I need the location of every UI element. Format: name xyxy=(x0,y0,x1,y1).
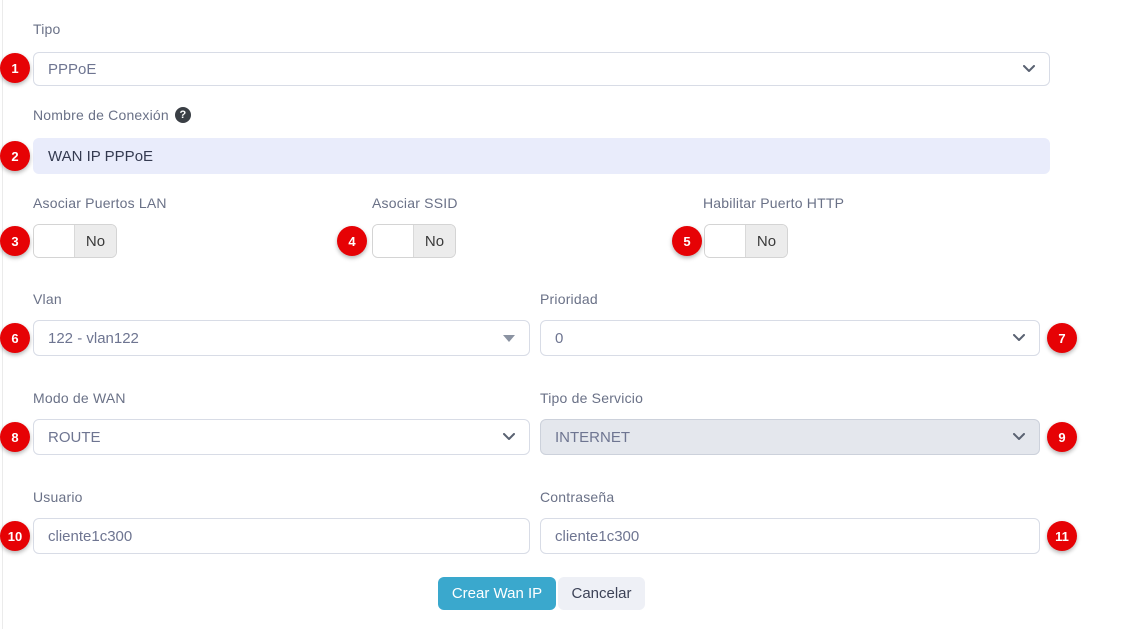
step-marker-1: 1 xyxy=(0,53,30,83)
tipo-servicio-label: Tipo de Servicio xyxy=(540,390,643,406)
toggle-knob xyxy=(705,225,746,257)
help-question-icon[interactable]: ? xyxy=(175,107,191,123)
tipo-select-value: PPPoE xyxy=(48,61,96,78)
crear-wan-ip-button[interactable]: Crear Wan IP xyxy=(438,577,556,610)
step-marker-7: 7 xyxy=(1047,323,1077,353)
cancelar-button[interactable]: Cancelar xyxy=(558,577,645,610)
asociar-puertos-lan-toggle[interactable]: No xyxy=(33,224,117,258)
step-marker-3: 3 xyxy=(0,226,30,256)
vlan-select[interactable]: 122 - vlan122 xyxy=(33,320,530,356)
chevron-down-icon xyxy=(1013,334,1025,342)
chevron-down-icon xyxy=(1023,65,1035,73)
step-marker-5: 5 xyxy=(672,226,702,256)
step-marker-2: 2 xyxy=(0,141,30,171)
tipo-label: Tipo xyxy=(33,21,61,37)
chevron-down-icon xyxy=(1013,433,1025,441)
toggle-state-label: No xyxy=(75,225,116,257)
modo-wan-label: Modo de WAN xyxy=(33,390,126,406)
nombre-conexion-input[interactable] xyxy=(33,138,1050,174)
nombre-conexion-label: Nombre de Conexión xyxy=(33,107,169,123)
toggle-knob xyxy=(34,225,75,257)
toggle-state-label: No xyxy=(746,225,787,257)
chevron-down-icon xyxy=(503,433,515,441)
habilitar-puerto-http-toggle[interactable]: No xyxy=(704,224,788,258)
triangle-down-icon xyxy=(503,335,515,342)
contrasena-input[interactable] xyxy=(540,518,1040,554)
tipo-select[interactable]: PPPoE xyxy=(33,52,1050,86)
modo-wan-select-value: ROUTE xyxy=(48,429,101,446)
asociar-ssid-toggle[interactable]: No xyxy=(372,224,456,258)
vlan-select-value: 122 - vlan122 xyxy=(48,330,139,347)
tipo-servicio-select-value: INTERNET xyxy=(555,429,630,446)
step-marker-6: 6 xyxy=(0,323,30,353)
contrasena-label: Contraseña xyxy=(540,489,614,505)
wan-creation-form: Tipo PPPoE Nombre de Conexión ? Asociar … xyxy=(0,0,1123,629)
tipo-servicio-select: INTERNET xyxy=(540,419,1040,455)
step-marker-4: 4 xyxy=(337,226,367,256)
toggle-knob xyxy=(373,225,414,257)
habilitar-puerto-http-label: Habilitar Puerto HTTP xyxy=(703,195,844,211)
vlan-label: Vlan xyxy=(33,291,62,307)
asociar-puertos-lan-label: Asociar Puertos LAN xyxy=(33,195,167,211)
modo-wan-select[interactable]: ROUTE xyxy=(33,419,530,455)
toggle-state-label: No xyxy=(414,225,455,257)
prioridad-label: Prioridad xyxy=(540,291,598,307)
step-marker-11: 11 xyxy=(1047,521,1077,551)
prioridad-select[interactable]: 0 xyxy=(540,320,1040,356)
nombre-conexion-label-row: Nombre de Conexión ? xyxy=(33,107,191,123)
step-marker-10: 10 xyxy=(0,521,30,551)
step-marker-8: 8 xyxy=(0,422,30,452)
usuario-label: Usuario xyxy=(33,489,83,505)
prioridad-select-value: 0 xyxy=(555,330,563,347)
asociar-ssid-label: Asociar SSID xyxy=(372,195,458,211)
step-marker-9: 9 xyxy=(1047,422,1077,452)
usuario-input[interactable] xyxy=(33,518,530,554)
